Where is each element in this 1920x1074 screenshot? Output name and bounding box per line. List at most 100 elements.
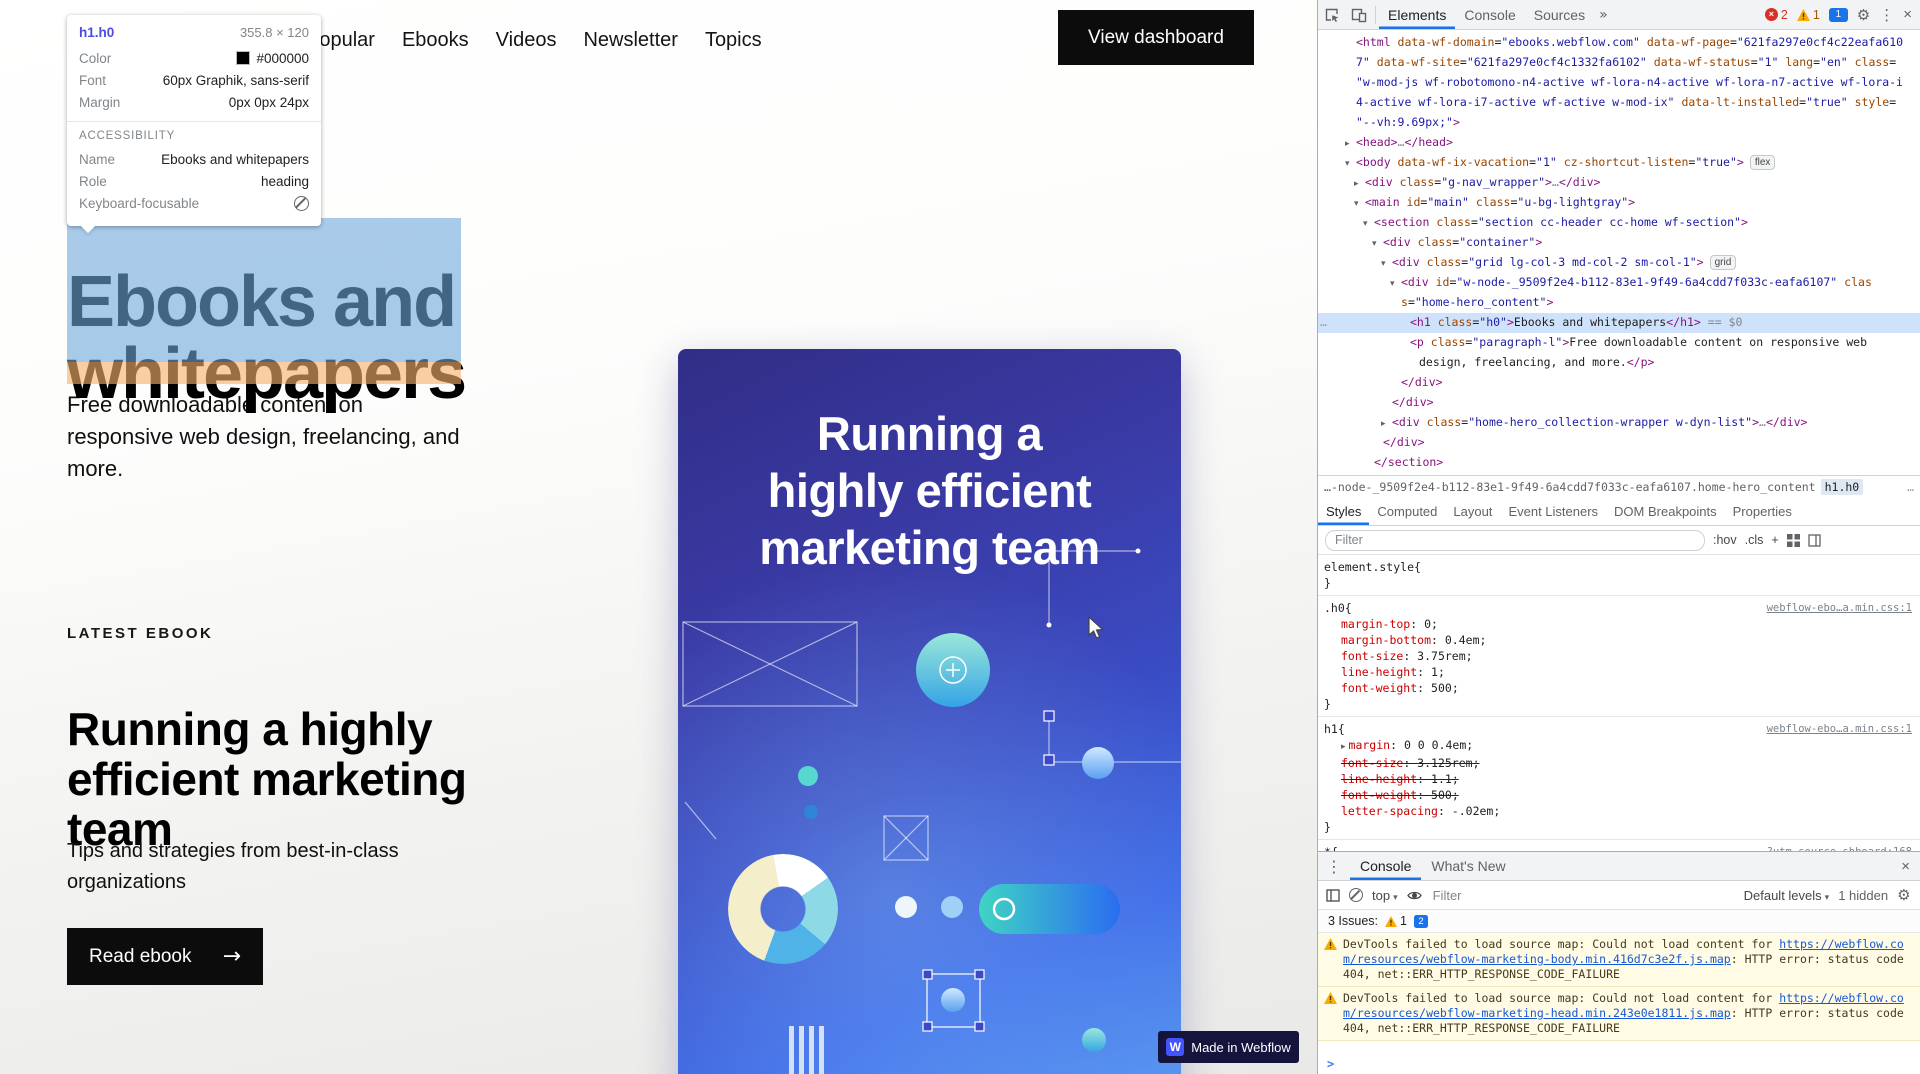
- nav-link[interactable]: Newsletter: [583, 29, 677, 52]
- drawer-tab-console[interactable]: Console: [1350, 852, 1421, 880]
- toggle-class-button[interactable]: .cls: [1745, 533, 1764, 547]
- new-style-rule-button[interactable]: +: [1771, 533, 1778, 547]
- console-levels-dropdown[interactable]: Default levels ▾: [1744, 888, 1830, 903]
- css-selector[interactable]: *: [1324, 844, 1331, 851]
- breadcrumb-current-node[interactable]: h1.h0: [1820, 479, 1864, 495]
- computed-panel-icon[interactable]: [1808, 533, 1821, 547]
- css-property[interactable]: font-size: 3.75rem;: [1324, 648, 1912, 664]
- css-selector[interactable]: element.style: [1324, 559, 1414, 575]
- elements-tree-line[interactable]: 7" data-wf-site="621fa297e0cf4c1332fa610…: [1318, 53, 1920, 73]
- close-devtools-icon[interactable]: ×: [1903, 6, 1912, 23]
- elements-tree-line[interactable]: s="home-hero_content">: [1318, 293, 1920, 313]
- expand-arrow-icon[interactable]: ▾: [1390, 275, 1401, 293]
- expand-arrow-icon[interactable]: ▸: [1381, 415, 1392, 433]
- view-dashboard-button[interactable]: View dashboard: [1058, 10, 1254, 65]
- stylesheet-link[interactable]: ?utm_source_shboard:168: [1767, 844, 1912, 851]
- sidebar-tab-styles[interactable]: Styles: [1318, 498, 1369, 525]
- expand-arrow-icon[interactable]: ▾: [1372, 235, 1383, 253]
- css-property[interactable]: margin-top: 0;: [1324, 616, 1912, 632]
- grid-overlay-icon[interactable]: [1786, 533, 1800, 547]
- elements-tree-line[interactable]: ▾ <div class="grid lg-col-3 md-col-2 sm-c…: [1318, 253, 1920, 273]
- stylesheet-link[interactable]: webflow-ebo…a.min.css:1: [1767, 721, 1912, 737]
- sidebar-tab-dom-breakpoints[interactable]: DOM Breakpoints: [1606, 498, 1725, 525]
- tab-elements[interactable]: Elements: [1379, 0, 1455, 29]
- layout-badge[interactable]: grid: [1709, 255, 1737, 270]
- elements-tree-line[interactable]: … <h1 class="h0">Ebooks and whitepapers<…: [1318, 313, 1920, 333]
- nav-link[interactable]: Videos: [496, 29, 557, 52]
- css-property[interactable]: letter-spacing: -.02em;: [1324, 803, 1912, 819]
- expand-arrow-icon[interactable]: ▾: [1381, 255, 1392, 273]
- expand-shorthand-icon[interactable]: ▸: [1341, 742, 1346, 752]
- console-settings-icon[interactable]: ⚙: [1897, 886, 1910, 904]
- css-selector[interactable]: h1: [1324, 721, 1338, 737]
- elements-tree-line[interactable]: "--vh:9.69px;">: [1318, 113, 1920, 133]
- elements-tree-line[interactable]: ▾ <section class="section cc-header cc-ho…: [1318, 213, 1920, 233]
- elements-tree-line[interactable]: ▾ <div id="w-node-_9509f2e4-b112-83e1-9f4…: [1318, 273, 1920, 293]
- live-expression-eye-icon[interactable]: [1406, 890, 1422, 901]
- elements-tree-line[interactable]: 4-active wf-lora-i7-active wf-active w-m…: [1318, 93, 1920, 113]
- device-toolbar-icon[interactable]: [1345, 1, 1372, 29]
- css-property[interactable]: line-height: 1;: [1324, 664, 1912, 680]
- issues-info-chip[interactable]: 2: [1413, 914, 1428, 928]
- elements-tree-line[interactable]: </div>: [1318, 393, 1920, 413]
- breadcrumb-path[interactable]: -node-_9509f2e4-b112-83e1-9f49-6a4cdd7f0…: [1331, 480, 1816, 494]
- elements-tree-line[interactable]: ▸ <head>…</head>: [1318, 133, 1920, 153]
- elements-tree-line[interactable]: ▾ <div class="container">: [1318, 233, 1920, 253]
- nav-link[interactable]: Topics: [705, 29, 762, 52]
- css-property[interactable]: line-height: 1.1;: [1324, 771, 1912, 787]
- expand-arrow-icon[interactable]: ▸: [1354, 175, 1365, 193]
- tab-sources[interactable]: Sources: [1525, 0, 1594, 29]
- elements-tree-line[interactable]: <p class="paragraph-l">Free downloadable…: [1318, 333, 1920, 353]
- expand-arrow-icon[interactable]: ▸: [1345, 135, 1356, 153]
- elements-tree-line[interactable]: ▸ <div class="g-nav_wrapper">…</div>: [1318, 173, 1920, 193]
- css-property[interactable]: font-weight: 500;: [1324, 680, 1912, 696]
- warning-count-badge[interactable]: 1: [1796, 8, 1820, 22]
- console-prompt[interactable]: >: [1318, 1054, 1920, 1074]
- elements-tree-line[interactable]: </div>: [1318, 373, 1920, 393]
- layout-badge[interactable]: flex: [1749, 155, 1776, 170]
- console-context-selector[interactable]: top ▾: [1372, 888, 1398, 903]
- css-property[interactable]: ▸ margin: 0 0 0.4em;: [1324, 737, 1912, 755]
- stylesheet-link[interactable]: webflow-ebo…a.min.css:1: [1767, 600, 1912, 616]
- drawer-kebab-icon[interactable]: ⋮: [1318, 857, 1350, 876]
- sidebar-tab-layout[interactable]: Layout: [1445, 498, 1500, 525]
- elements-tree-line[interactable]: ▾ <main id="main" class="u-bg-lightgray">: [1318, 193, 1920, 213]
- sidebar-tab-properties[interactable]: Properties: [1725, 498, 1800, 525]
- elements-tree-line[interactable]: design, freelancing, and more.</p>: [1318, 353, 1920, 373]
- elements-tree-line[interactable]: </div>: [1318, 433, 1920, 453]
- console-filter-input[interactable]: [1430, 886, 1735, 904]
- node-options-icon[interactable]: …: [1320, 313, 1327, 331]
- elements-tree-line[interactable]: <html data-wf-domain="ebooks.webflow.com…: [1318, 33, 1920, 53]
- issues-message-badge[interactable]: 1: [1828, 7, 1848, 22]
- elements-tree-line[interactable]: </section>: [1318, 453, 1920, 473]
- tab-console[interactable]: Console: [1455, 0, 1524, 29]
- styles-filter-input[interactable]: [1325, 529, 1705, 551]
- css-property[interactable]: font-weight: 500;: [1324, 787, 1912, 803]
- sidebar-tab-event-listeners[interactable]: Event Listeners: [1500, 498, 1606, 525]
- expand-arrow-icon[interactable]: ▾: [1345, 155, 1356, 173]
- kebab-menu-icon[interactable]: ⋮: [1879, 6, 1894, 24]
- made-in-webflow-badge[interactable]: W Made in Webflow: [1158, 1031, 1299, 1063]
- css-selector[interactable]: .h0: [1324, 600, 1345, 616]
- css-property[interactable]: margin-bottom: 0.4em;: [1324, 632, 1912, 648]
- read-ebook-button[interactable]: Read ebook →: [67, 928, 263, 985]
- clear-console-icon[interactable]: [1349, 888, 1363, 902]
- elements-tree-line[interactable]: ▸<section class="section wf-section">…</…: [1318, 473, 1920, 475]
- toggle-hover-state-button[interactable]: :hov: [1713, 533, 1737, 547]
- elements-tree-line[interactable]: ▸ <div class="home-hero_collection-wrappe…: [1318, 413, 1920, 433]
- breadcrumb-ellipsis[interactable]: …: [1324, 480, 1331, 494]
- elements-tree-line[interactable]: ▾ <body data-wf-ix-vacation="1" cz-shortc…: [1318, 153, 1920, 173]
- expand-arrow-icon[interactable]: ▾: [1354, 195, 1365, 213]
- issues-count-label[interactable]: 3 Issues:: [1328, 914, 1378, 928]
- css-property[interactable]: font-size: 3.125rem;: [1324, 755, 1912, 771]
- nav-link[interactable]: Ebooks: [402, 29, 469, 52]
- close-drawer-icon[interactable]: ×: [1891, 858, 1920, 875]
- issues-warning-chip[interactable]: 1: [1385, 914, 1407, 928]
- more-tabs-icon[interactable]: »: [1594, 7, 1613, 23]
- sidebar-tab-computed[interactable]: Computed: [1369, 498, 1445, 525]
- inspect-element-icon[interactable]: [1318, 1, 1345, 29]
- settings-gear-icon[interactable]: ⚙: [1857, 6, 1870, 24]
- console-sidebar-icon[interactable]: [1326, 888, 1340, 902]
- expand-arrow-icon[interactable]: ▾: [1363, 215, 1374, 233]
- drawer-tab-what-s-new[interactable]: What's New: [1421, 852, 1515, 880]
